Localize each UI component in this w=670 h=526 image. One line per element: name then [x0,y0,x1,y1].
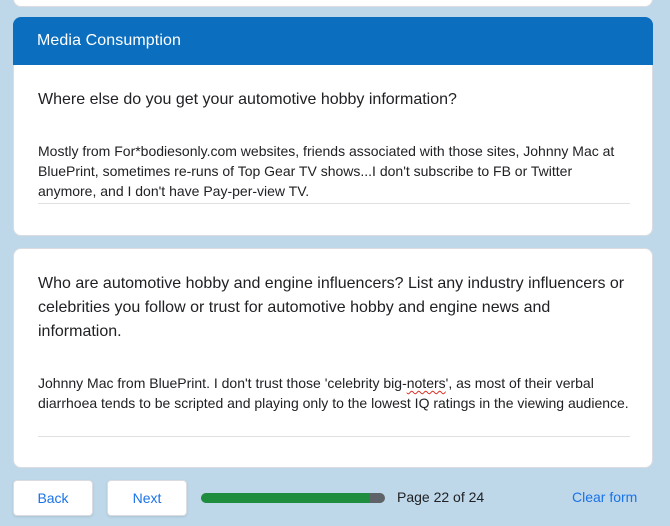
previous-section-card [13,0,653,7]
answer-textarea[interactable]: Mostly from For*bodiesonly.com websites,… [38,141,630,204]
section-title: Media Consumption [37,32,181,49]
answer-textarea[interactable]: Johnny Mac from BluePrint. I don't trust… [38,373,630,437]
clear-form-link[interactable]: Clear form [572,489,637,505]
form-page: Media Consumption Where else do you get … [0,0,670,526]
next-button[interactable]: Next [107,480,187,516]
section-header: Media Consumption [13,17,653,65]
question-text: Where else do you get your automotive ho… [38,91,457,108]
spellcheck-word[interactable]: noters [407,375,446,391]
question-text: Who are automotive hobby and engine infl… [38,275,625,340]
answer-text: Johnny Mac from BluePrint. I don't trust… [38,375,407,391]
progress-bar-fill [201,493,370,503]
page-indicator: Page 22 of 24 [397,489,485,505]
back-button[interactable]: Back [13,480,93,516]
question-card: Who are automotive hobby and engine infl… [13,248,653,468]
question-card: Where else do you get your automotive ho… [13,65,653,236]
progress-bar [201,493,385,503]
